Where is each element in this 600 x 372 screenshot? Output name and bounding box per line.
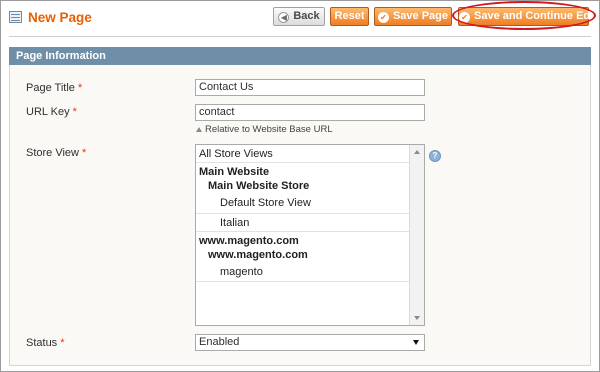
page-title-input[interactable]: Contact Us bbox=[195, 79, 425, 96]
page-title: New Page bbox=[28, 10, 92, 25]
save-and-continue-button-label: Save and Continue Edit bbox=[474, 10, 597, 22]
page-header: New Page ◀ Back Reset ✔ Save Page ✔ Save an… bbox=[1, 1, 599, 35]
store-view-options: All Store Views Main Website Main Websit… bbox=[196, 145, 410, 282]
store-view-multiselect[interactable]: All Store Views Main Website Main Websit… bbox=[195, 144, 425, 326]
status-select-value: Enabled bbox=[199, 336, 240, 348]
store-view-label: Store View * bbox=[26, 147, 86, 159]
section-header: Page Information bbox=[9, 47, 591, 65]
store-view-option[interactable]: magento bbox=[196, 262, 410, 282]
back-button-label: Back bbox=[293, 10, 320, 22]
reset-button[interactable]: Reset bbox=[330, 7, 369, 26]
save-page-button-label: Save Page bbox=[392, 10, 449, 22]
url-key-hint-text: Relative to Website Base URL bbox=[205, 124, 333, 135]
reset-button-label: Reset bbox=[334, 10, 365, 22]
check-icon: ✔ bbox=[459, 12, 470, 23]
store-view-label-text: Store View bbox=[26, 147, 79, 159]
save-page-button[interactable]: ✔ Save Page bbox=[374, 7, 452, 26]
help-icon[interactable]: ? bbox=[429, 150, 441, 162]
store-view-option[interactable]: Italian bbox=[196, 214, 410, 232]
required-mark: * bbox=[72, 106, 77, 118]
required-mark: * bbox=[77, 82, 83, 94]
url-key-input[interactable]: contact bbox=[195, 104, 425, 121]
check-icon: ✔ bbox=[377, 12, 389, 23]
page-title-label: Page Title * bbox=[26, 82, 82, 94]
store-view-group: Main Website Store bbox=[208, 180, 310, 192]
header-divider bbox=[9, 36, 591, 37]
chevron-down-icon bbox=[413, 340, 419, 345]
status-label: Status * bbox=[26, 337, 64, 349]
back-button[interactable]: ◀ Back bbox=[273, 7, 325, 26]
store-view-group: Main Website bbox=[199, 166, 270, 178]
hint-arrow-icon bbox=[196, 127, 202, 132]
save-and-continue-button[interactable]: ✔ Save and Continue Edit bbox=[458, 7, 597, 26]
required-mark: * bbox=[60, 337, 65, 349]
page-icon bbox=[9, 11, 22, 23]
store-view-option[interactable]: All Store Views bbox=[196, 145, 410, 163]
url-key-hint: Relative to Website Base URL bbox=[196, 124, 333, 135]
store-view-group: www.magento.com bbox=[199, 235, 299, 247]
back-arrow-icon: ◀ bbox=[278, 12, 290, 23]
status-label-text: Status bbox=[26, 337, 58, 349]
store-view-option[interactable]: Default Store View bbox=[196, 193, 410, 214]
scroll-up-icon[interactable] bbox=[414, 150, 420, 154]
scroll-down-icon[interactable] bbox=[414, 316, 420, 320]
url-key-label-text: URL Key bbox=[26, 106, 70, 118]
required-mark: * bbox=[82, 147, 87, 159]
multiselect-scrollbar[interactable] bbox=[409, 145, 424, 325]
page-title-label-text: Page Title bbox=[26, 82, 75, 94]
url-key-label: URL Key * bbox=[26, 106, 77, 118]
store-view-group: www.magento.com bbox=[208, 249, 308, 261]
status-select[interactable]: Enabled bbox=[195, 334, 425, 351]
